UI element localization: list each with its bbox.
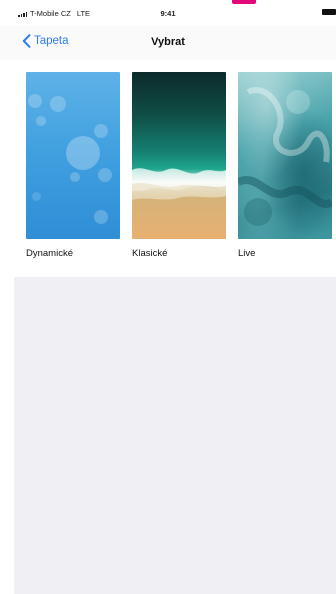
wallpaper-card-label: Live xyxy=(238,248,256,259)
ink-swirl-decoration xyxy=(238,87,332,226)
wallpaper-card-dynamic[interactable]: Dynamické xyxy=(26,72,120,259)
wave-foam-decoration xyxy=(132,168,226,200)
live-ink-wallpaper-thumbnail xyxy=(238,72,332,239)
status-bar: T-Mobile CZ LTE 9:41 xyxy=(0,7,336,21)
content-area: Dynamické Klasické Live xyxy=(14,60,336,594)
wallpaper-card-label: Dynamické xyxy=(26,248,73,259)
status-time: 9:41 xyxy=(160,9,176,18)
navigation-bar: Tapeta Vybrat xyxy=(0,26,336,60)
page-title: Vybrat xyxy=(151,36,185,48)
dynamic-wallpaper-thumbnail xyxy=(26,72,120,239)
battery-icon xyxy=(322,9,336,15)
wallpaper-card-classic[interactable]: Klasické xyxy=(132,72,226,259)
wallpaper-card-label: Klasické xyxy=(132,248,168,259)
top-marker xyxy=(232,0,256,4)
classic-beach-wallpaper-thumbnail xyxy=(132,72,226,239)
wallpaper-categories: Dynamické Klasické Live xyxy=(14,60,336,277)
wallpaper-card-live[interactable]: Live xyxy=(238,72,332,259)
